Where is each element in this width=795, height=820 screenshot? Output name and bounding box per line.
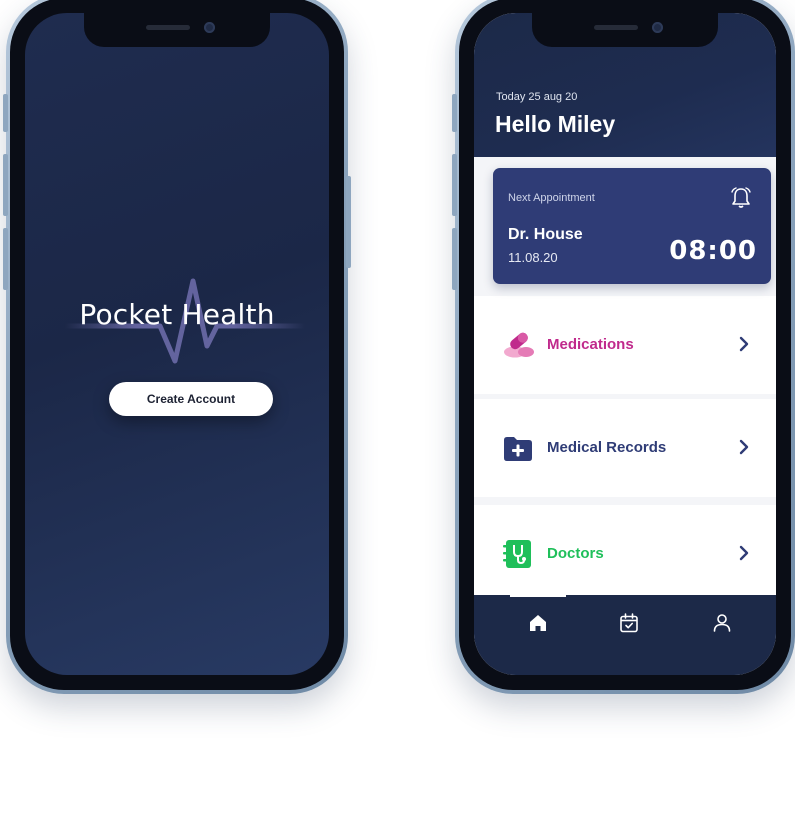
next-appointment-card[interactable]: Next Appointment Dr. House 11.08.20 08:0… bbox=[493, 168, 771, 284]
alarm-bell-icon[interactable] bbox=[729, 186, 753, 210]
pills-icon bbox=[504, 332, 534, 358]
app-title: Pocket Health bbox=[79, 298, 275, 331]
mockup-stage: Pocket Health Create Account Today 25 au… bbox=[0, 0, 795, 820]
volume-up-button bbox=[3, 154, 8, 216]
home-icon[interactable] bbox=[526, 611, 550, 635]
appointment-date: 11.08.20 bbox=[508, 250, 558, 265]
notch bbox=[84, 13, 270, 47]
phone-bezel: Today 25 aug 20 Hello Miley Medications bbox=[459, 0, 791, 690]
front-camera-icon bbox=[204, 22, 215, 33]
chevron-right-icon bbox=[739, 545, 749, 561]
medical-records-label: Medical Records bbox=[547, 439, 667, 456]
user-icon[interactable] bbox=[710, 611, 734, 635]
front-camera-icon bbox=[652, 22, 663, 33]
mute-switch bbox=[3, 94, 8, 132]
welcome-screen: Pocket Health Create Account bbox=[25, 13, 329, 675]
home-screen: Today 25 aug 20 Hello Miley Medications bbox=[474, 13, 776, 675]
volume-up-button bbox=[452, 154, 457, 216]
speaker-grille bbox=[146, 25, 190, 30]
volume-down-button bbox=[3, 228, 8, 290]
bottom-nav bbox=[474, 595, 776, 675]
chevron-right-icon bbox=[739, 336, 749, 352]
appointment-doctor: Dr. House bbox=[508, 226, 583, 243]
menu-item-medications[interactable]: Medications bbox=[474, 296, 776, 394]
menu-item-doctors[interactable]: Doctors bbox=[474, 505, 776, 603]
speaker-grille bbox=[594, 25, 638, 30]
phone-bezel: Pocket Health Create Account bbox=[10, 0, 344, 690]
calendar-check-icon[interactable] bbox=[617, 611, 641, 635]
folder-plus-icon bbox=[504, 437, 532, 461]
date-line: Today 25 aug 20 bbox=[496, 91, 578, 103]
appointment-label: Next Appointment bbox=[508, 192, 595, 204]
phone-welcome: Pocket Health Create Account bbox=[3, 0, 351, 694]
notch bbox=[532, 13, 718, 47]
power-button bbox=[346, 176, 351, 268]
volume-down-button bbox=[452, 228, 457, 290]
mute-switch bbox=[452, 94, 457, 132]
doctors-label: Doctors bbox=[547, 545, 604, 562]
phone-home: Today 25 aug 20 Hello Miley Medications bbox=[452, 0, 795, 694]
appointment-time: 08:00 bbox=[669, 236, 757, 266]
medications-label: Medications bbox=[547, 336, 634, 353]
stethoscope-notebook-icon bbox=[503, 540, 531, 568]
chevron-right-icon bbox=[739, 439, 749, 455]
create-account-button[interactable]: Create Account bbox=[109, 382, 273, 416]
active-tab-indicator bbox=[510, 595, 566, 597]
greeting: Hello Miley bbox=[495, 111, 616, 137]
menu-item-medical-records[interactable]: Medical Records bbox=[474, 399, 776, 497]
